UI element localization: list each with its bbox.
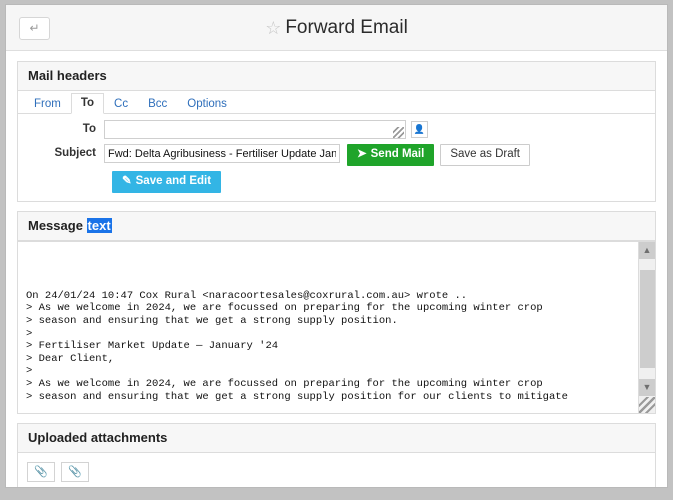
message-panel: Message text On 24/01/24 10:47 Cox Rural… bbox=[17, 211, 656, 414]
save-and-edit-label: Save and Edit bbox=[135, 175, 212, 187]
subject-label: Subject bbox=[54, 147, 96, 159]
tab-to[interactable]: To bbox=[70, 93, 105, 114]
paper-plane-icon: ➤ bbox=[357, 148, 367, 160]
mail-headers-title: Mail headers bbox=[18, 62, 655, 91]
page-title-text: Forward Email bbox=[285, 17, 408, 38]
to-row: To 👤 bbox=[18, 120, 655, 139]
attachments-title: Uploaded attachments bbox=[18, 424, 655, 453]
mail-headers-form: To 👤 Subject ➤Send Mail Save as Draft ✎S… bbox=[18, 114, 655, 201]
paperclip-icon[interactable]: 📎 bbox=[27, 462, 55, 482]
window-topbar: ↵ ☆ Forward Email bbox=[6, 5, 667, 51]
attachments-panel: Uploaded attachments 📎 📎 Add attachment … bbox=[17, 423, 656, 487]
mail-headers-tabs: From To Cc Bcc Options bbox=[18, 91, 655, 114]
message-title: Message text bbox=[18, 212, 655, 241]
scrollbar-thumb[interactable] bbox=[640, 270, 655, 368]
save-and-edit-row: ✎ Save and Edit bbox=[18, 171, 655, 193]
paperclip-icon[interactable]: 📎 bbox=[61, 462, 89, 482]
message-textarea-wrapper: On 24/01/24 10:47 Cox Rural <naracoortes… bbox=[18, 241, 655, 413]
tab-cc[interactable]: Cc bbox=[104, 94, 138, 114]
save-as-draft-button-header[interactable]: Save as Draft bbox=[440, 144, 530, 166]
address-book-icon[interactable]: 👤 bbox=[411, 121, 428, 138]
message-textarea[interactable]: On 24/01/24 10:47 Cox Rural <naracoortes… bbox=[18, 242, 638, 413]
save-and-edit-button-header[interactable]: ✎ Save and Edit bbox=[112, 171, 222, 193]
subject-input[interactable] bbox=[104, 144, 340, 163]
message-scrollbar[interactable]: ▲ ▼ bbox=[638, 242, 655, 413]
header-action-buttons: ➤ Send Mail Save as Draft bbox=[347, 144, 530, 166]
chevron-up-icon[interactable]: ▲ bbox=[639, 242, 655, 259]
send-mail-button-header[interactable]: ➤ Send Mail bbox=[347, 144, 435, 166]
attachment-slots: 📎 📎 bbox=[27, 462, 646, 482]
message-title-selected-word: text bbox=[86, 218, 112, 233]
subject-row: Subject ➤Send Mail Save as Draft bbox=[18, 144, 655, 166]
resize-grip-icon[interactable] bbox=[393, 127, 404, 138]
chevron-down-icon[interactable]: ▼ bbox=[639, 379, 655, 396]
tab-bcc[interactable]: Bcc bbox=[138, 94, 177, 114]
pencil-square-icon: ✎ bbox=[122, 175, 132, 187]
page-title: ☆ Forward Email bbox=[6, 17, 667, 39]
to-input[interactable] bbox=[104, 120, 406, 139]
to-label: To bbox=[82, 123, 96, 135]
star-outline-icon[interactable]: ☆ bbox=[265, 18, 281, 39]
forward-email-window: ↵ ☆ Forward Email Mail headers From To Cc… bbox=[5, 4, 668, 488]
tab-options[interactable]: Options bbox=[177, 94, 237, 114]
tab-from[interactable]: From bbox=[24, 94, 71, 114]
message-title-prefix: Message bbox=[28, 218, 87, 233]
mail-headers-panel: Mail headers From To Cc Bcc Options To 👤… bbox=[17, 61, 656, 202]
attachments-body: 📎 📎 Add attachment field bbox=[18, 453, 655, 487]
textarea-resize-grip-icon[interactable] bbox=[639, 397, 655, 413]
send-mail-label: Send Mail bbox=[370, 148, 425, 160]
